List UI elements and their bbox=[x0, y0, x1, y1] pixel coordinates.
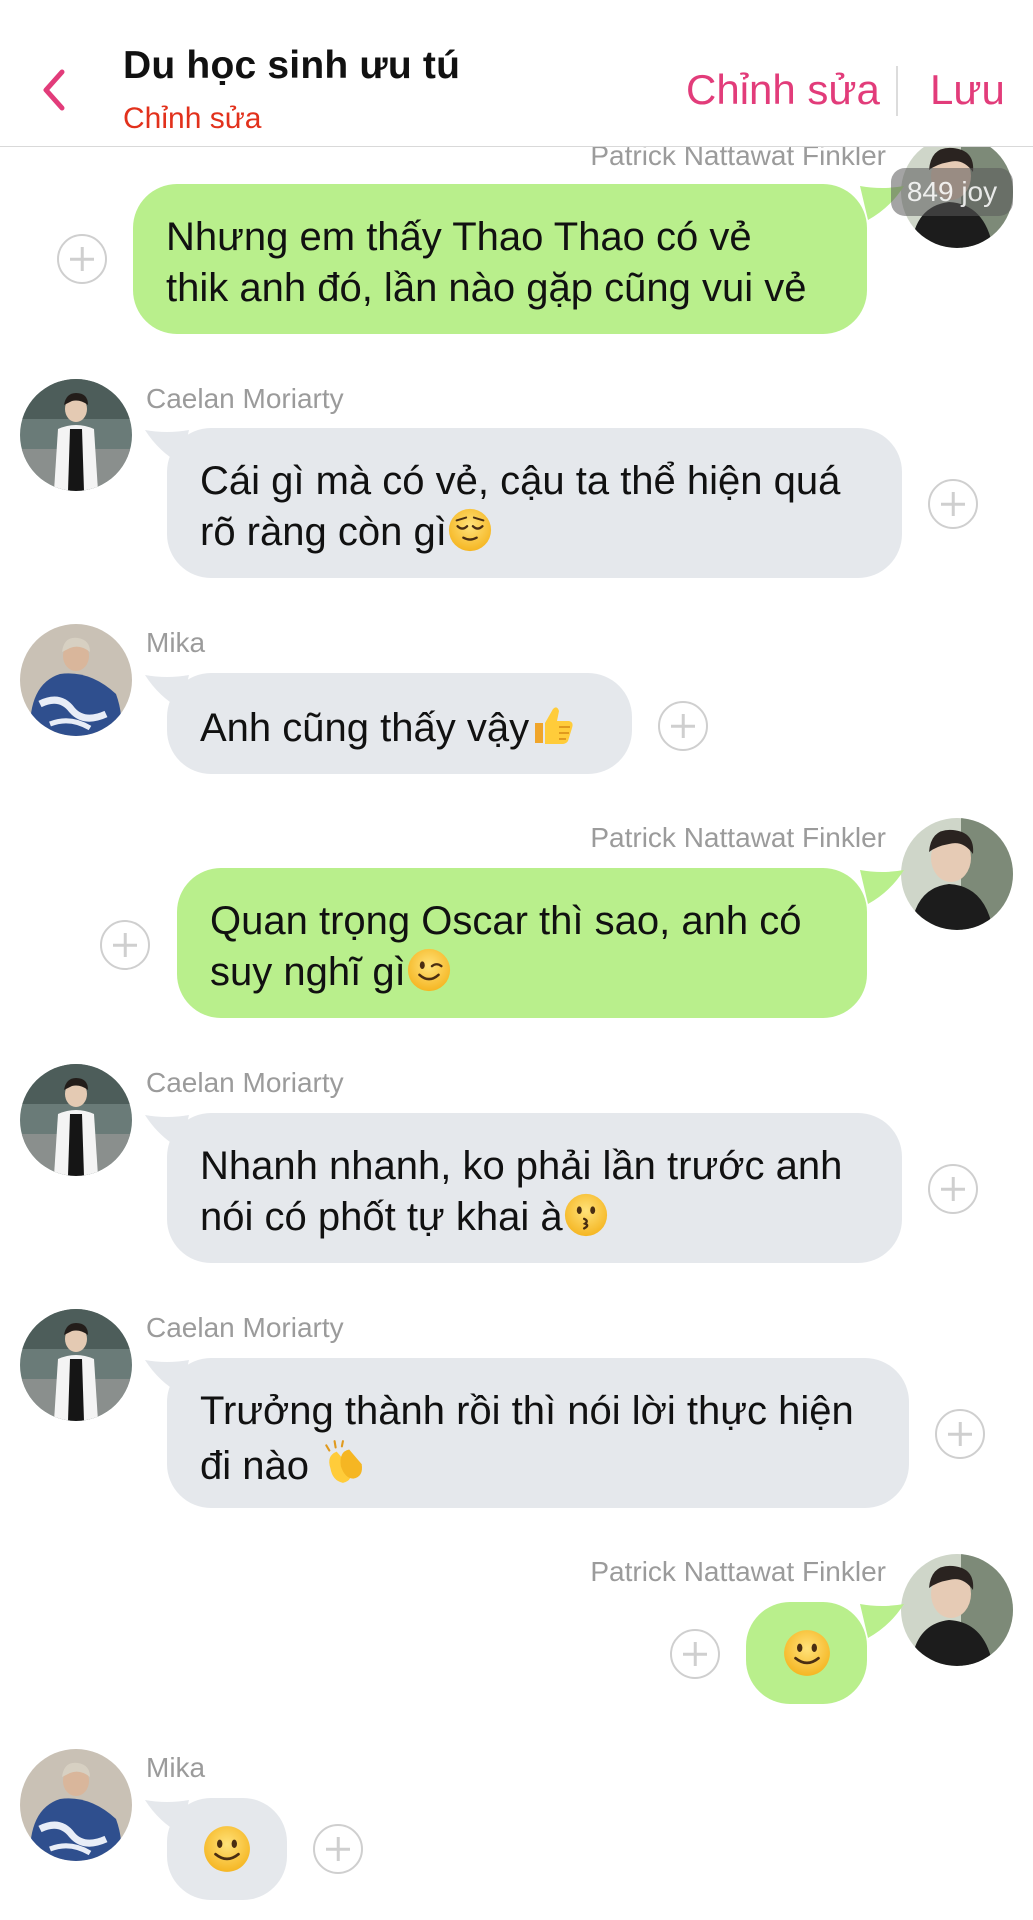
avatar[interactable] bbox=[20, 379, 132, 491]
add-reaction-icon[interactable] bbox=[57, 234, 107, 284]
add-reaction-icon[interactable] bbox=[313, 1824, 363, 1874]
header-divider bbox=[896, 66, 898, 116]
sender-name: Patrick Nattawat Finkler bbox=[590, 1556, 886, 1587]
chat-bubble[interactable]: Nhanh nhanh, ko phải lần trước anh nói c… bbox=[167, 1113, 902, 1263]
message-line: Cái gì mà có vẻ, cậu ta thể hiện quá bbox=[200, 459, 841, 503]
sender-name: Mika bbox=[146, 1752, 206, 1783]
thumbs-up-emoji-icon bbox=[529, 701, 577, 749]
chat-header: Du học sinh ưu tú Chỉnh sửa Chỉnh sửa Lư… bbox=[0, 0, 1033, 147]
relieved-face-emoji-icon bbox=[447, 507, 493, 553]
message-line: suy nghĩ gì bbox=[210, 950, 406, 994]
sender-name: Mika bbox=[146, 627, 206, 658]
message-line: Nhưng em thấy Thao Thao có vẻ bbox=[166, 215, 752, 259]
message-line: đi nào bbox=[200, 1444, 321, 1488]
chat-bubble[interactable] bbox=[167, 1798, 287, 1900]
save-button[interactable]: Lưu bbox=[930, 66, 1005, 114]
avatar[interactable] bbox=[901, 818, 1013, 930]
message-line: rõ ràng còn gì bbox=[200, 510, 447, 554]
message-line: Anh cũng thấy vậy bbox=[200, 706, 530, 750]
add-reaction-icon[interactable] bbox=[928, 479, 978, 529]
back-chevron-icon[interactable] bbox=[36, 62, 72, 118]
sender-name: Caelan Moriarty bbox=[146, 383, 344, 414]
add-reaction-icon[interactable] bbox=[935, 1409, 985, 1459]
add-reaction-icon[interactable] bbox=[100, 920, 150, 970]
avatar[interactable] bbox=[20, 624, 132, 736]
chat-bubble[interactable] bbox=[746, 1602, 867, 1704]
message-line: Trưởng thành rồi thì nói lời thực hiện bbox=[200, 1389, 854, 1433]
chat-bubble[interactable]: Nhưng em thấy Thao Thao có vẻ thik anh đ… bbox=[133, 184, 867, 334]
watermark-badge: 849 joy bbox=[891, 168, 1013, 216]
chat-title: Du học sinh ưu tú bbox=[123, 44, 461, 87]
chat-bubble[interactable]: Quan trọng Oscar thì sao, anh có suy ngh… bbox=[177, 868, 867, 1018]
kissing-face-emoji-icon bbox=[563, 1192, 609, 1238]
add-reaction-icon[interactable] bbox=[928, 1164, 978, 1214]
bubble-tail bbox=[860, 1604, 904, 1638]
edit-button[interactable]: Chỉnh sửa bbox=[686, 66, 880, 114]
slightly-smiling-face-emoji-icon bbox=[202, 1824, 252, 1874]
slightly-smiling-face-emoji-icon bbox=[782, 1628, 832, 1678]
sender-name: Patrick Nattawat Finkler bbox=[590, 822, 886, 853]
chat-subtitle[interactable]: Chỉnh sửa bbox=[123, 102, 262, 136]
avatar[interactable] bbox=[20, 1309, 132, 1421]
message-line: Nhanh nhanh, ko phải lần trước anh bbox=[200, 1144, 843, 1188]
avatar[interactable] bbox=[20, 1064, 132, 1176]
chat-bubble[interactable]: Cái gì mà có vẻ, cậu ta thể hiện quá rõ … bbox=[167, 428, 902, 578]
chat-bubble[interactable]: Trưởng thành rồi thì nói lời thực hiện đ… bbox=[167, 1358, 909, 1508]
add-reaction-icon[interactable] bbox=[670, 1629, 720, 1679]
avatar[interactable] bbox=[901, 1554, 1013, 1666]
bubble-tail bbox=[860, 870, 904, 904]
winking-face-emoji-icon bbox=[406, 947, 452, 993]
message-line: nói có phốt tự khai à bbox=[200, 1195, 563, 1239]
add-reaction-icon[interactable] bbox=[658, 701, 708, 751]
message-line: Quan trọng Oscar thì sao, anh có bbox=[210, 899, 802, 943]
clapping-hands-emoji-icon bbox=[320, 1437, 370, 1487]
avatar[interactable] bbox=[20, 1749, 132, 1861]
sender-name: Caelan Moriarty bbox=[146, 1312, 344, 1343]
sender-name: Caelan Moriarty bbox=[146, 1067, 344, 1098]
message-line: thik anh đó, lần nào gặp cũng vui vẻ bbox=[166, 266, 807, 310]
chat-bubble[interactable]: Anh cũng thấy vậy bbox=[167, 673, 632, 774]
